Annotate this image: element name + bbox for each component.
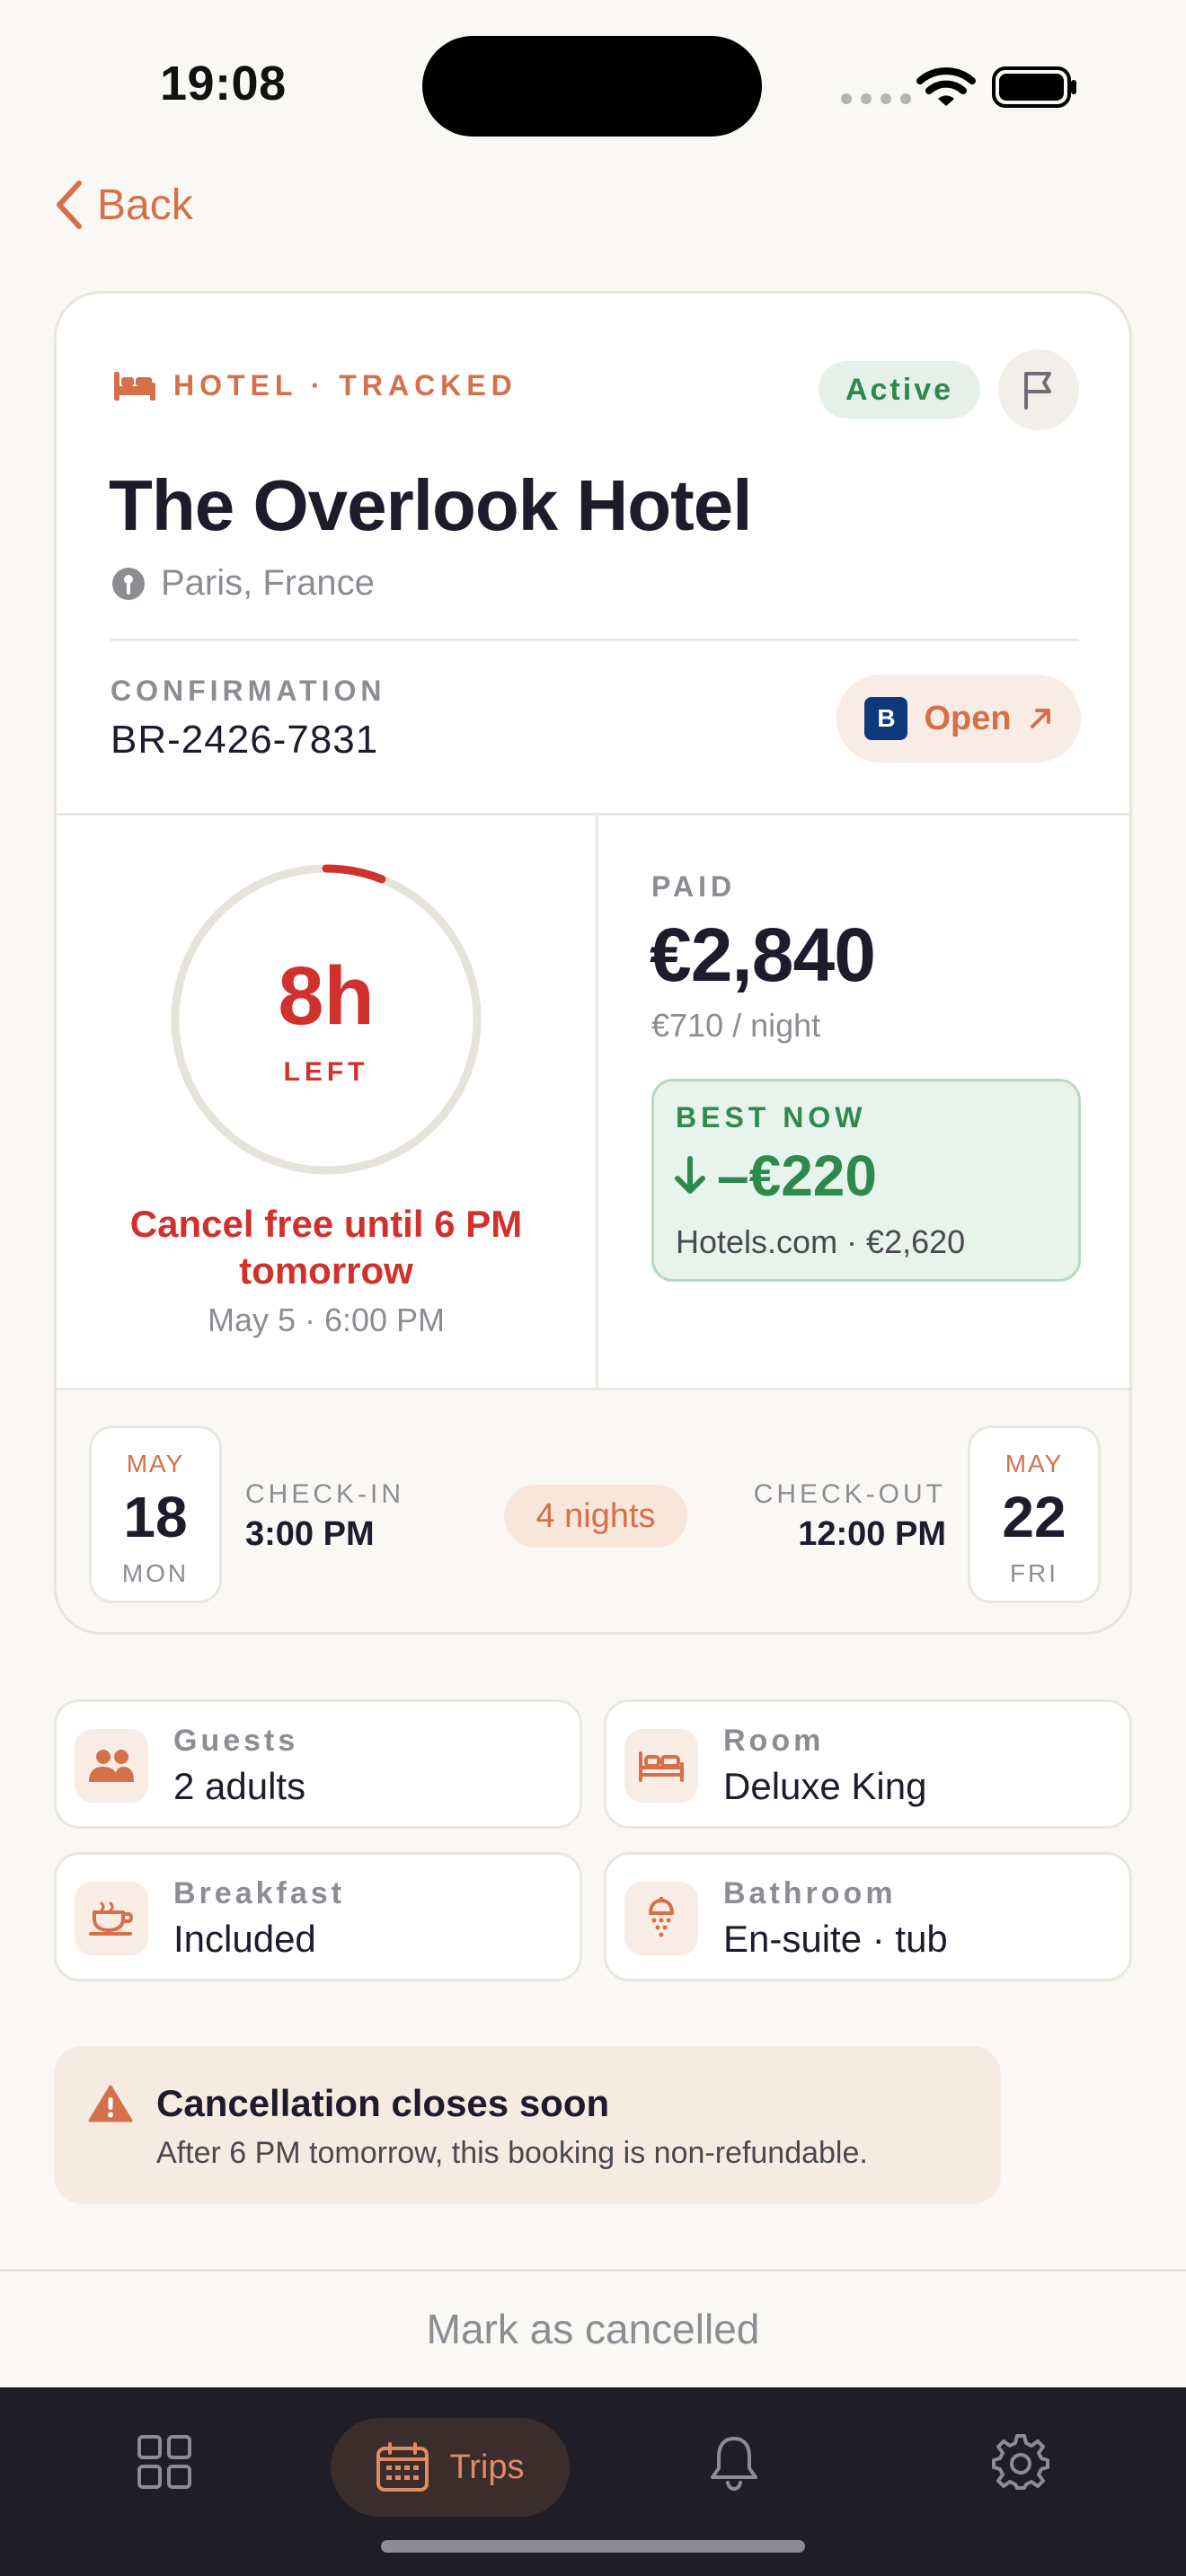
flag-button[interactable]: [998, 349, 1079, 430]
paid-amount: €2,840: [650, 913, 876, 997]
check-in-weekday: MON: [121, 1559, 190, 1587]
dynamic-island: [422, 36, 762, 137]
hotel-location: Paris, France: [111, 563, 375, 604]
chevron-left-icon: [57, 181, 82, 229]
pin-icon: [112, 567, 145, 600]
battery-icon: [992, 66, 1076, 108]
back-label: Back: [97, 181, 193, 229]
hotel-name: The Overlook Hotel: [109, 465, 752, 545]
bed-icon: [639, 1751, 684, 1782]
open-booking-button[interactable]: B Open: [836, 675, 1081, 763]
divider: [111, 639, 1079, 641]
tab-settings[interactable]: [992, 2434, 1049, 2492]
cancel-free-text: Cancel free until 6 PM tomorrow: [129, 1203, 523, 1292]
detail-tile-room[interactable]: Room Deluxe King: [604, 1699, 1132, 1829]
tab-notifications[interactable]: [706, 2434, 762, 2492]
signal-dots-icon: [841, 93, 911, 104]
detail-label: Breakfast: [173, 1876, 345, 1910]
tab-dashboard[interactable]: [137, 2434, 192, 2490]
divider: [57, 813, 1129, 816]
check-in-date-tile: MAY 18 MON: [89, 1425, 222, 1603]
check-in-day: 18: [123, 1485, 188, 1549]
detail-value: Included: [173, 1918, 316, 1960]
best-saving-value: –€220: [717, 1143, 877, 1208]
check-out-label: CHECK-OUT: [753, 1479, 946, 1509]
per-night-price: €710 / night: [651, 1007, 821, 1044]
countdown-unit: LEFT: [283, 1057, 369, 1087]
check-in-label: CHECK-IN: [245, 1479, 405, 1509]
detail-value: 2 adults: [173, 1765, 306, 1807]
arrow-down-icon: [675, 1156, 705, 1194]
best-price-box[interactable]: BEST NOW –€220 Hotels.com · €2,620: [651, 1079, 1081, 1282]
tab-trips-label: Trips: [449, 2448, 525, 2486]
shower-icon: [649, 1897, 674, 1937]
warning-icon: [88, 2085, 133, 2122]
check-in-time: 3:00 PM: [245, 1515, 375, 1553]
status-badge: Active: [819, 361, 980, 419]
back-button[interactable]: Back: [56, 180, 193, 230]
confirmation-number: BR-2426-7831: [111, 718, 379, 762]
detail-value: En-suite · tub: [723, 1918, 948, 1960]
detail-label: Guests: [173, 1724, 299, 1758]
check-out-time: 12:00 PM: [798, 1515, 946, 1553]
best-source: Hotels.com · €2,620: [676, 1223, 966, 1260]
booking-provider-logo: B: [864, 697, 908, 740]
arrow-up-right-icon: [1030, 709, 1050, 728]
status-time: 19:08: [160, 57, 287, 110]
check-in-month: MAY: [126, 1450, 185, 1478]
wifi-icon: [916, 67, 976, 106]
calendar-icon: [376, 2442, 429, 2492]
confirmation-label: CONFIRMATION: [111, 675, 386, 707]
detail-tile-bathroom[interactable]: Bathroom En-suite · tub: [604, 1852, 1132, 1981]
warning-title: Cancellation closes soon: [156, 2082, 610, 2124]
paid-label: PAID: [651, 870, 737, 903]
detail-value: Deluxe King: [723, 1765, 927, 1807]
flag-icon: [1024, 372, 1051, 410]
location-text: Paris, France: [161, 563, 375, 603]
cancel-deadline: May 5 · 6:00 PM: [207, 1301, 446, 1338]
booking-card: HOTEL · TRACKED Active The Overlook Hote…: [54, 291, 1132, 1635]
bed-icon: [114, 371, 155, 401]
people-icon: [89, 1750, 134, 1782]
divider: [596, 813, 598, 1388]
detail-label: Room: [723, 1724, 825, 1758]
eyebrow-text: HOTEL · TRACKED: [173, 369, 518, 401]
check-out-date-tile: MAY 22 FRI: [968, 1425, 1101, 1603]
check-out-day: 22: [1002, 1485, 1067, 1549]
open-label: Open: [924, 699, 1012, 737]
tab-trips[interactable]: Trips: [331, 2418, 570, 2517]
check-out-weekday: FRI: [1009, 1559, 1059, 1587]
countdown-value: 8h: [278, 950, 375, 1042]
divider: [0, 2269, 1186, 2272]
detail-tile-breakfast[interactable]: Breakfast Included: [54, 1852, 582, 1981]
cancellation-warning: Cancellation closes soon After 6 PM tomo…: [54, 2046, 1001, 2204]
nights-badge: 4 nights: [504, 1485, 687, 1548]
mark-cancelled-button[interactable]: Mark as cancelled: [0, 2305, 1186, 2353]
check-out-month: MAY: [1005, 1450, 1064, 1478]
best-now-label: BEST NOW: [676, 1101, 867, 1134]
best-saving: –€220: [672, 1142, 877, 1209]
warning-text: After 6 PM tomorrow, this booking is non…: [156, 2136, 868, 2170]
detail-tile-guests[interactable]: Guests 2 adults: [54, 1699, 582, 1829]
booking-eyebrow: HOTEL · TRACKED: [112, 369, 518, 402]
detail-label: Bathroom: [723, 1876, 897, 1910]
cup-icon: [89, 1901, 133, 1936]
home-indicator: [381, 2540, 805, 2553]
